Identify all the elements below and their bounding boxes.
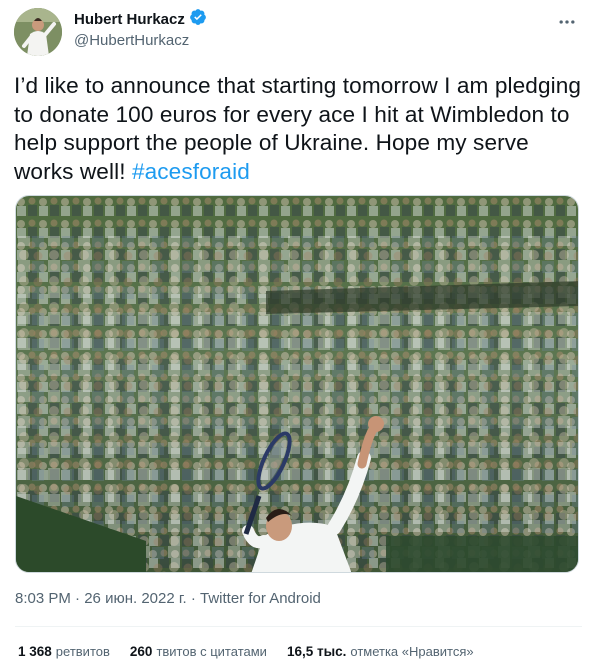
author-block: Hubert Hurkacz @HubertHurkacz bbox=[74, 8, 207, 49]
retweets-stat[interactable]: 1 368 ретвитов bbox=[18, 644, 110, 659]
handle[interactable]: @HubertHurkacz bbox=[74, 32, 207, 49]
tweet-date[interactable]: 26 июн. 2022 г. bbox=[84, 590, 186, 607]
likes-count: 16,5 тыс. bbox=[286, 644, 347, 659]
quotes-count: 260 bbox=[129, 644, 153, 659]
divider bbox=[15, 626, 582, 627]
tweet: Hubert Hurkacz @HubertHurkacz I’d like t… bbox=[0, 0, 597, 668]
likes-stat[interactable]: 16,5 тыс. отметка «Нравится» bbox=[287, 644, 474, 659]
verified-badge-icon bbox=[189, 8, 207, 31]
tennis-serve-photo bbox=[16, 196, 578, 572]
tweet-meta: 8:03 PM · 26 июн. 2022 г. · Twitter for … bbox=[15, 590, 321, 607]
avatar[interactable] bbox=[14, 8, 62, 56]
engagement-stats: 1 368 ретвитов 260 твитов с цитатами 16,5 … bbox=[18, 644, 474, 659]
tweet-photo[interactable] bbox=[15, 195, 579, 573]
tweet-text: I’d like to announce that starting tomor… bbox=[14, 72, 584, 186]
meta-separator: · bbox=[70, 590, 85, 607]
avatar-image bbox=[14, 8, 62, 56]
more-options-button[interactable] bbox=[555, 10, 579, 34]
meta-separator: · bbox=[186, 590, 201, 607]
display-name[interactable]: Hubert Hurkacz bbox=[74, 11, 185, 28]
more-icon bbox=[559, 20, 575, 24]
likes-label: отметка «Нравится» bbox=[350, 644, 474, 659]
tweet-time[interactable]: 8:03 PM bbox=[15, 590, 71, 607]
tweet-source[interactable]: Twitter for Android bbox=[200, 590, 321, 607]
retweets-label: ретвитов bbox=[55, 644, 110, 659]
hashtag-link[interactable]: #acesforaid bbox=[132, 159, 250, 184]
tweet-text-main: I’d like to announce that starting tomor… bbox=[14, 73, 582, 184]
retweets-count: 1 368 bbox=[18, 644, 52, 659]
quotes-stat[interactable]: 260 твитов с цитатами bbox=[130, 644, 267, 659]
quotes-label: твитов с цитатами bbox=[156, 644, 267, 659]
